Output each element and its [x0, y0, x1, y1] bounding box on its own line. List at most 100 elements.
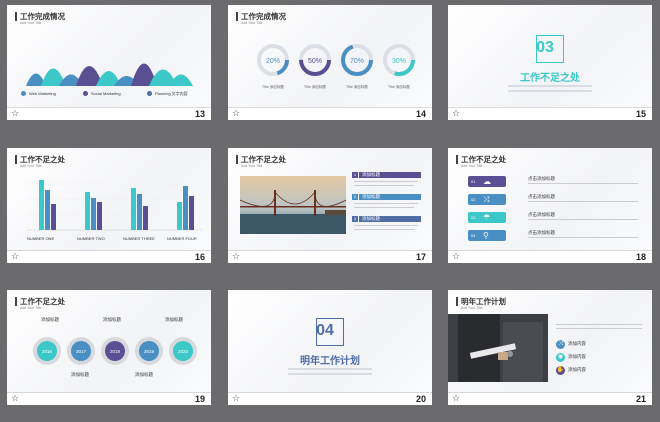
item-header: 添加标题 [359, 194, 421, 200]
slide-number: 13 [194, 109, 205, 119]
slide-thumbnail-17[interactable]: 工作不足之处 Add Your Title 1 添加标题 2 添加标题 3 添加标… [228, 148, 432, 263]
caption: TItle 添加标题 [346, 85, 368, 89]
legend-dot [83, 91, 88, 96]
svg-text:50%: 50% [308, 58, 322, 65]
legend-label: Planning 文字内容 [155, 91, 188, 96]
handshake-icon: ✋ [556, 366, 565, 375]
wave-chart [26, 63, 193, 86]
slide-subtitle: Add Your Title [241, 164, 263, 168]
svg-text:30%: 30% [392, 58, 406, 65]
star-icon[interactable]: ☆ [452, 251, 460, 263]
item-index: 3 [352, 216, 358, 222]
caption: TItle 添加标题 [388, 85, 410, 89]
slide-thumbnail-13[interactable]: 工作完成情况 Add Your Title Web Marketing Socia… [7, 5, 211, 120]
slide-thumbnail-18[interactable]: 工作不足之处 Add Your Title 01 ☁ 02 ⤨ 03 ☂ 04 ⚲ 点击添… [448, 148, 652, 263]
item-label: 点击添加标题 [528, 194, 555, 199]
caption: TItle 添加标题 [262, 85, 284, 89]
timeline-label: 添加标题 [71, 372, 89, 377]
timeline-label: 添加标题 [135, 372, 153, 377]
search-icon: ⚲ [483, 231, 489, 240]
star-icon[interactable]: ☆ [232, 251, 240, 263]
slide-subtitle: Add Your Title [241, 21, 263, 25]
legend-label: Web Marketing [29, 91, 56, 96]
slide-number: 20 [415, 394, 426, 404]
tag-01: 01 ☁ [468, 176, 506, 187]
businessman-photo [448, 314, 548, 382]
slide-subtitle: Add Your Title [20, 164, 42, 168]
slide-subtitle: Add Your Title [461, 306, 483, 310]
progress-ring: 50% [299, 44, 331, 76]
item-index: 2 [352, 194, 358, 200]
slide-thumbnail-19[interactable]: 工作不足之处 Add Your Title 2016 2017 2018 2019… [7, 290, 211, 405]
item-label: 添加标题 [362, 194, 380, 199]
item-label: 添加内容 [568, 341, 586, 346]
item-label: 点击添加标题 [528, 230, 555, 235]
slide-subtitle: Add Your Title [461, 164, 483, 168]
star-icon[interactable]: ☆ [452, 108, 460, 120]
slide-number: 15 [635, 109, 646, 119]
progress-ring: 30% [383, 44, 415, 76]
timeline-label: 添加标题 [103, 317, 121, 322]
progress-ring: 70% [341, 44, 373, 76]
slide-thumbnail-16[interactable]: 工作不足之处 Add Your Title NUMBER ONE NUMBER T… [7, 148, 211, 263]
slide-thumbnail-14[interactable]: 工作完成情况 Add Your Title 20% 50% 70% 30% TIt… [228, 5, 432, 120]
bridge-photo [240, 176, 346, 234]
star-icon[interactable]: ☆ [232, 393, 240, 405]
umbrella-icon: ☂ [483, 213, 491, 222]
tag-03: 03 ☂ [468, 212, 506, 223]
svg-text:20%: 20% [266, 58, 280, 65]
star-icon[interactable]: ☆ [11, 108, 19, 120]
slide-subtitle: Add Your Title [20, 306, 42, 310]
timeline: 2016 2017 2018 2019 2020 [33, 337, 197, 365]
cloud-icon: ☁ [483, 177, 491, 186]
legend-dot [21, 91, 26, 96]
section-number: 03 [536, 39, 554, 56]
svg-text:2017: 2017 [76, 349, 87, 354]
shuffle-icon: ⤨ [556, 340, 565, 349]
slide-number: 21 [635, 394, 646, 404]
slide-number: 17 [415, 252, 426, 262]
progress-ring: 20% [257, 44, 289, 76]
tag-04: 04 ⚲ [468, 230, 506, 241]
section-number: 04 [316, 322, 334, 339]
svg-text:70%: 70% [350, 58, 364, 65]
category-label: NUMBER THREE [123, 236, 155, 241]
item-header: 添加标题 [359, 216, 421, 222]
legend-label: Social Marketing [91, 91, 121, 96]
category-label: NUMBER FOUR [167, 236, 197, 241]
category-label: NUMBER TWO [77, 236, 105, 241]
section-title: 工作不足之处 [520, 73, 580, 84]
svg-text:2020: 2020 [178, 349, 189, 354]
bar-chart [27, 180, 202, 231]
item-label: 添加内容 [568, 367, 586, 372]
item-header: 添加标题 [359, 172, 421, 178]
svg-text:2019: 2019 [144, 349, 155, 354]
slide-thumbnail-15[interactable]: 03 工作不足之处 ☆ 15 [448, 5, 652, 120]
star-icon[interactable]: ☆ [452, 393, 460, 405]
caption: TItle 添加标题 [304, 85, 326, 89]
legend-dot [147, 91, 152, 96]
item-label: 添加内容 [568, 354, 586, 359]
shuffle-icon: ⤨ [483, 195, 490, 204]
star-icon[interactable]: ☆ [11, 393, 19, 405]
category-label: NUMBER ONE [27, 236, 55, 241]
svg-text:2018: 2018 [110, 349, 121, 354]
slide-thumbnail-20[interactable]: 04 明年工作计划 ☆ 20 [228, 290, 432, 405]
item-label: 点击添加标题 [528, 176, 555, 181]
globe-icon: ◉ [556, 353, 565, 362]
slide-number: 16 [194, 252, 205, 262]
item-label: 添加标题 [362, 216, 380, 221]
item-label: 添加标题 [362, 172, 380, 177]
svg-text:2016: 2016 [42, 349, 53, 354]
slide-subtitle: Add Your Title [20, 21, 42, 25]
slide-number: 19 [194, 394, 205, 404]
slide-thumbnail-21[interactable]: 明年工作计划 Add Your Title ⤨ 添加内容 ◉ 添加内容 ✋ 添加内… [448, 290, 652, 405]
star-icon[interactable]: ☆ [232, 108, 240, 120]
star-icon[interactable]: ☆ [11, 251, 19, 263]
slide-number: 18 [635, 252, 646, 262]
section-title: 明年工作计划 [300, 356, 360, 367]
item-index: 1 [352, 172, 358, 178]
item-label: 点击添加标题 [528, 212, 555, 217]
timeline-label: 添加标题 [41, 317, 59, 322]
timeline-label: 添加标题 [165, 317, 183, 322]
